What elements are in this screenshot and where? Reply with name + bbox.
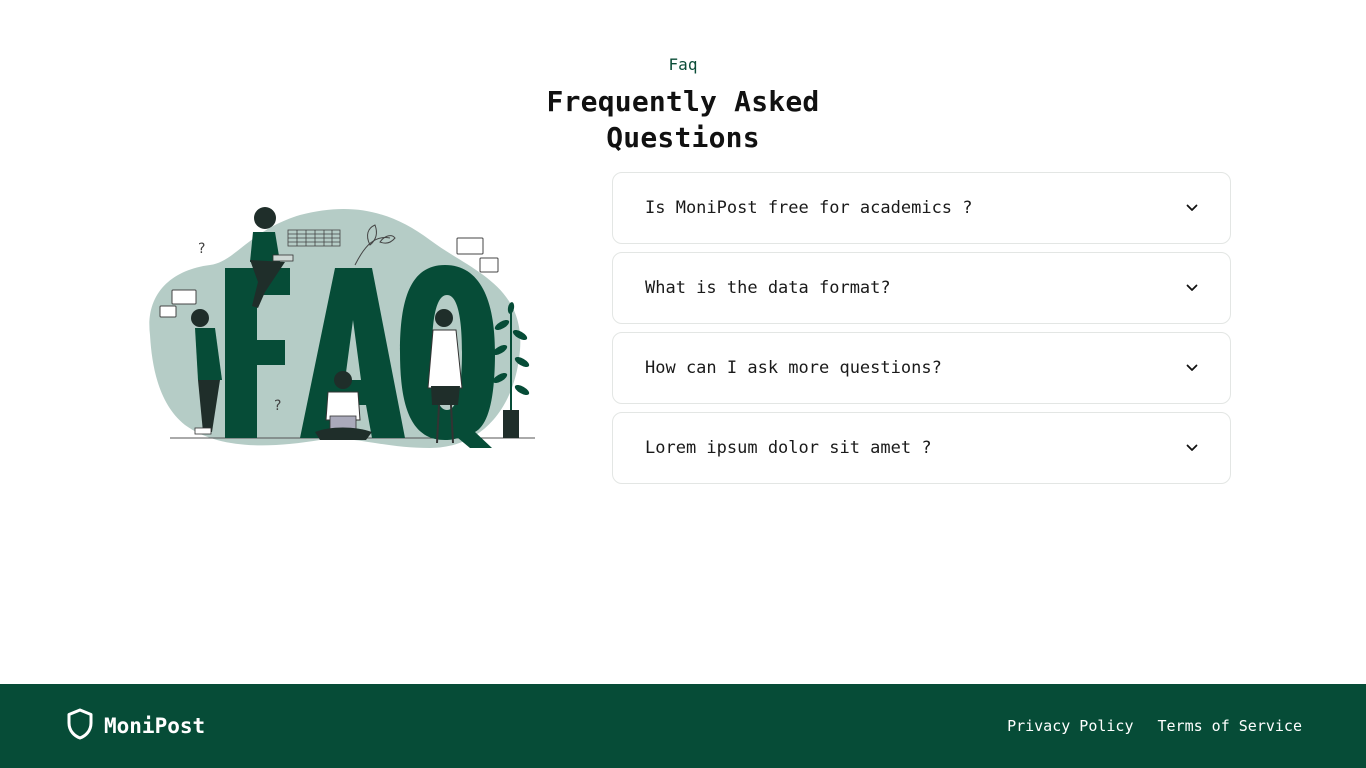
chevron-down-icon[interactable]: [1186, 202, 1198, 214]
chevron-down-icon[interactable]: [1186, 442, 1198, 454]
faq-question: Lorem ipsum dolor sit amet ?: [645, 438, 932, 458]
svg-text:?: ?: [198, 241, 205, 257]
chevron-down-icon[interactable]: [1186, 362, 1198, 374]
faq-accordion: Is MoniPost free for academics ? What is…: [612, 172, 1231, 492]
faq-item-lorem-ipsum[interactable]: Lorem ipsum dolor sit amet ?: [612, 412, 1231, 484]
faq-question: What is the data format?: [645, 278, 891, 298]
faq-eyebrow: Faq: [668, 55, 698, 74]
faq-question: How can I ask more questions?: [645, 358, 942, 378]
footer-links: Privacy Policy Terms of Service: [1007, 717, 1302, 735]
page-title: Frequently Asked Questions: [546, 85, 820, 154]
faq-item-data-format[interactable]: What is the data format?: [612, 252, 1231, 324]
faq-question: Is MoniPost free for academics ?: [645, 198, 973, 218]
faq-item-ask-more-questions[interactable]: How can I ask more questions?: [612, 332, 1231, 404]
shield-icon: [66, 708, 94, 744]
site-footer: MoniPost Privacy Policy Terms of Service: [0, 684, 1366, 768]
brand-logo-link[interactable]: MoniPost: [66, 708, 205, 744]
chevron-down-icon[interactable]: [1186, 282, 1198, 294]
terms-of-service-link[interactable]: Terms of Service: [1158, 717, 1303, 735]
faq-illustration: ? ?: [140, 200, 540, 456]
brand-name: MoniPost: [104, 714, 206, 738]
faq-people-illustration-icon: ? ?: [149, 207, 535, 448]
svg-text:?: ?: [274, 398, 281, 414]
faq-item-free-for-academics[interactable]: Is MoniPost free for academics ?: [612, 172, 1231, 244]
privacy-policy-link[interactable]: Privacy Policy: [1007, 717, 1133, 735]
